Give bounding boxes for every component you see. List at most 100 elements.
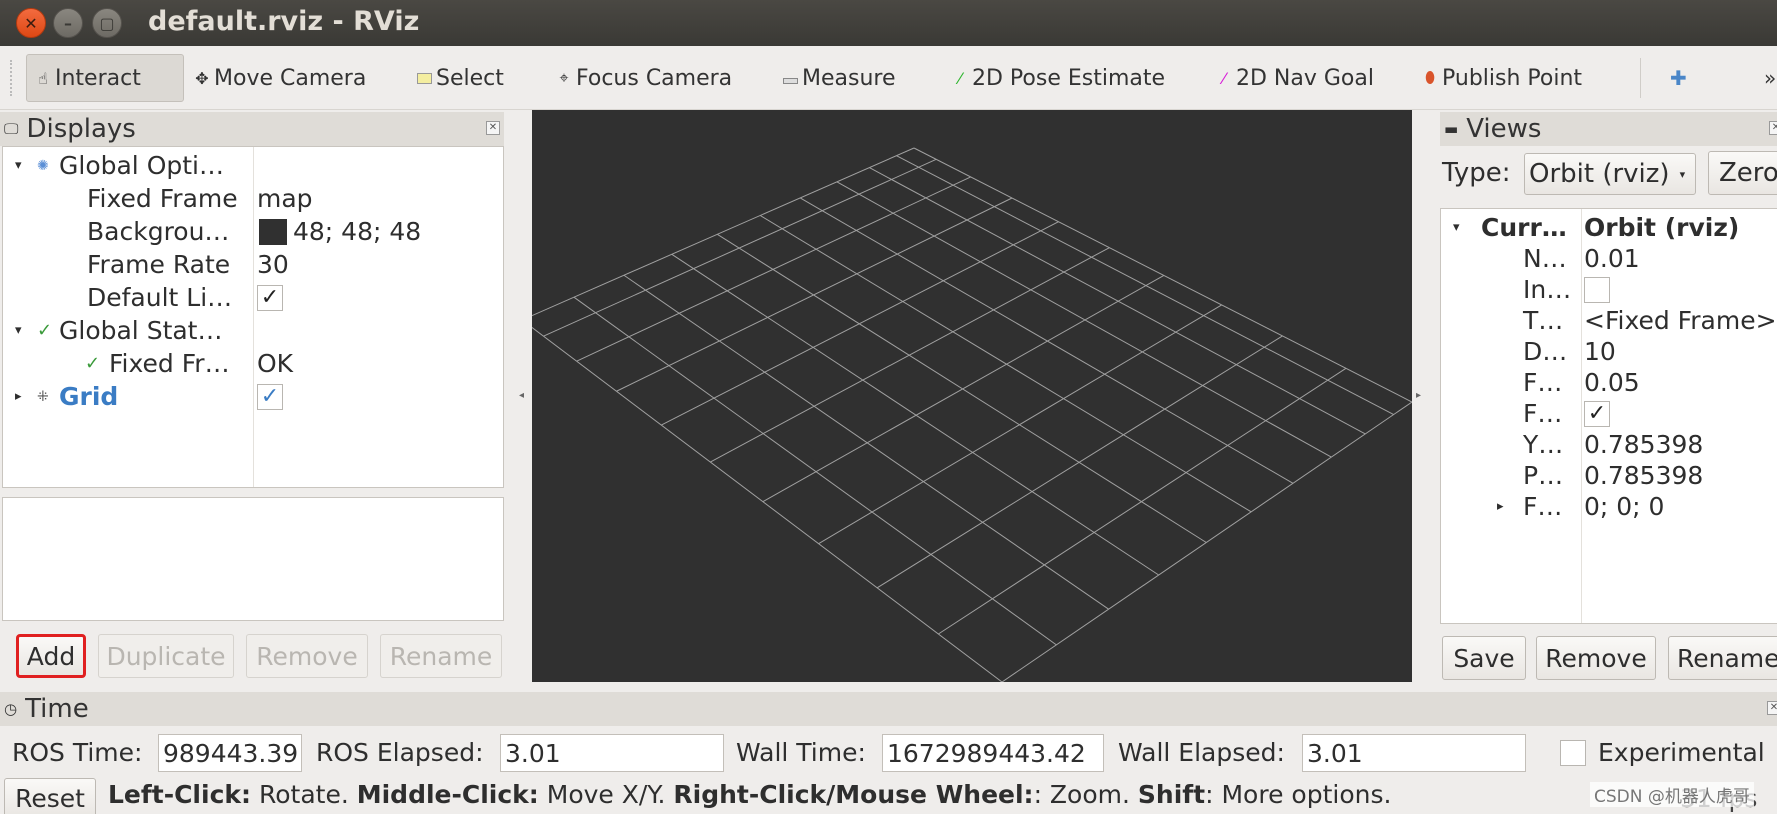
ros-time-field[interactable]: 989443.39 [158, 734, 302, 772]
yaw-value[interactable]: 0.785398 [1584, 428, 1703, 461]
grid-line [671, 253, 1159, 576]
time-panel-header: ◷ Time ✕ [0, 692, 1777, 726]
magenta-arrow-icon: ⁄ [1222, 68, 1226, 88]
value-text: 0.785398 [1584, 430, 1704, 459]
displays-panel-header: 🖵 Displays ✕ [0, 112, 504, 146]
maximize-window-button[interactable]: ▢ [92, 8, 122, 38]
tree-row-invert-z[interactable]: In… [1523, 273, 1571, 306]
tree-row-fixed-frame[interactable]: Fixed Frame [87, 182, 238, 215]
rename-view-button[interactable]: Rename [1668, 636, 1777, 680]
remove-view-button[interactable]: Remove [1536, 636, 1656, 680]
minimize-window-button[interactable]: – [53, 8, 83, 38]
focal-shape-fixed-checkbox[interactable]: ✓ [1584, 397, 1610, 430]
wall-time-field[interactable]: 1672989443.42 [882, 734, 1104, 772]
target-frame-value[interactable]: <Fixed Frame> [1584, 304, 1777, 337]
tree-row-yaw[interactable]: Y… [1523, 428, 1563, 461]
tree-row-global-options[interactable]: ▾ ✺ Global Opti… [15, 149, 224, 182]
near-clip-value[interactable]: 0.01 [1584, 242, 1640, 275]
reset-button[interactable]: Reset [4, 778, 96, 814]
tree-row-pitch[interactable]: P… [1523, 459, 1563, 492]
close-panel-icon[interactable]: ✕ [1769, 121, 1777, 135]
view-type-select[interactable]: Orbit (rviz) ▾ [1524, 153, 1696, 195]
tree-row-grid[interactable]: ▸ ⁜ Grid [15, 380, 118, 413]
value-text: 0; 0; 0 [1584, 492, 1665, 521]
distance-value[interactable]: 10 [1584, 335, 1616, 368]
checkmark-icon[interactable]: ✓ [257, 383, 283, 410]
tool-focus-camera[interactable]: ⌖ Focus Camera [548, 54, 732, 102]
toolbar-grip[interactable] [10, 60, 14, 96]
chevron-right-icon[interactable]: ▸ [15, 389, 37, 404]
value-text: OK [257, 349, 294, 378]
value-text: 0.05 [1584, 368, 1640, 397]
chevron-down-icon[interactable]: ▾ [1453, 220, 1481, 235]
rename-display-button[interactable]: Rename [380, 634, 502, 678]
grid-enabled-checkbox[interactable]: ✓ [257, 380, 283, 413]
checkmark-icon[interactable]: ✓ [1584, 400, 1610, 427]
close-panel-icon[interactable]: ✕ [486, 121, 500, 135]
save-view-button[interactable]: Save [1442, 636, 1526, 680]
empty-checkbox-icon[interactable] [1584, 276, 1610, 303]
hint-key: Middle-Click: [356, 780, 539, 809]
tree-row-focal-shape-size[interactable]: F… [1523, 366, 1562, 399]
tool-2d-pose-estimate[interactable]: ⁄ 2D Pose Estimate [944, 54, 1165, 102]
invert-z-checkbox[interactable] [1584, 273, 1610, 306]
background-color-value[interactable]: 48; 48; 48 [259, 215, 421, 248]
toolbar-overflow-button[interactable]: » [1758, 54, 1776, 102]
title-bar: ✕ – ▢ default.rviz - RViz [0, 0, 1777, 46]
hint-text: Rotate. [251, 780, 357, 809]
experimental-checkbox[interactable] [1560, 740, 1586, 766]
hint-key: Left-Click: [108, 780, 252, 809]
focal-point-value[interactable]: 0; 0; 0 [1584, 490, 1664, 523]
value-text: 10 [1584, 337, 1616, 366]
chevron-right-icon: » [1764, 66, 1777, 90]
tree-row-default-light[interactable]: Default Li… [87, 281, 232, 314]
tool-interact[interactable]: ☝ Interact [26, 54, 184, 102]
close-window-button[interactable]: ✕ [16, 8, 46, 38]
color-swatch[interactable] [259, 218, 287, 245]
pitch-value[interactable]: 0.785398 [1584, 459, 1703, 492]
grid-icon: ⁜ [37, 388, 49, 405]
chevron-down-icon[interactable]: ▾ [15, 158, 37, 173]
tree-row-status-fixed-frame[interactable]: ✓ Fixed Fr… [85, 347, 230, 380]
tree-label: Global Stat… [59, 316, 223, 345]
tree-row-global-status[interactable]: ▾ ✓ Global Stat… [15, 314, 223, 347]
chevron-down-icon[interactable]: ▾ [15, 323, 37, 338]
tree-row-focal-point[interactable]: ▸ F… [1497, 490, 1562, 523]
close-panel-icon[interactable]: ✕ [1767, 701, 1777, 715]
add-display-button[interactable]: Add [16, 634, 86, 678]
wall-elapsed-field[interactable]: 3.01 [1302, 734, 1526, 772]
chevron-right-icon[interactable]: ▸ [1497, 499, 1523, 514]
view-type-label: Type: [1442, 158, 1511, 188]
tool-measure[interactable]: Measure [774, 54, 896, 102]
mouse-hint-text: Left-Click: Rotate. Middle-Click: Move X… [108, 780, 1391, 809]
tool-publish-point[interactable]: ⬮ Publish Point [1414, 54, 1582, 102]
tool-select[interactable]: Select [408, 54, 504, 102]
display-description-box [2, 497, 504, 621]
tool-2d-nav-goal[interactable]: ⁄ 2D Nav Goal [1208, 54, 1374, 102]
column-divider [253, 147, 254, 487]
hint-key: Shift [1137, 780, 1206, 809]
ros-elapsed-field[interactable]: 3.01 [500, 734, 724, 772]
duplicate-display-button[interactable]: Duplicate [98, 634, 234, 678]
add-tool-button[interactable]: ✚ [1664, 54, 1687, 102]
tree-row-target-frame[interactable]: T… [1523, 304, 1563, 337]
tool-move-camera[interactable]: ✥ Move Camera [186, 54, 366, 102]
hint-text: Move X/Y. [538, 780, 674, 809]
fixed-frame-value[interactable]: map [257, 182, 313, 215]
tree-row-focal-shape-fixed[interactable]: F… [1523, 397, 1562, 430]
checkmark-icon[interactable]: ✓ [257, 284, 283, 311]
frame-rate-value[interactable]: 30 [257, 248, 289, 281]
tree-row-near-clip[interactable]: N… [1523, 242, 1567, 275]
tree-row-current-view[interactable]: ▾ Curr… [1453, 211, 1567, 244]
remove-display-button[interactable]: Remove [246, 634, 368, 678]
tree-row-distance[interactable]: D… [1523, 335, 1567, 368]
tree-row-background[interactable]: Backgrou… [87, 215, 229, 248]
left-splitter-handle[interactable]: ◂ [519, 390, 524, 401]
render-3d-view[interactable] [521, 110, 1413, 683]
tree-row-frame-rate[interactable]: Frame Rate [87, 248, 230, 281]
focus-icon: ⌖ [559, 68, 569, 87]
zero-view-button[interactable]: Zero [1708, 151, 1777, 195]
right-splitter-handle[interactable]: ▸ [1416, 390, 1421, 401]
default-light-checkbox[interactable]: ✓ [257, 281, 283, 314]
focal-shape-size-value[interactable]: 0.05 [1584, 366, 1640, 399]
